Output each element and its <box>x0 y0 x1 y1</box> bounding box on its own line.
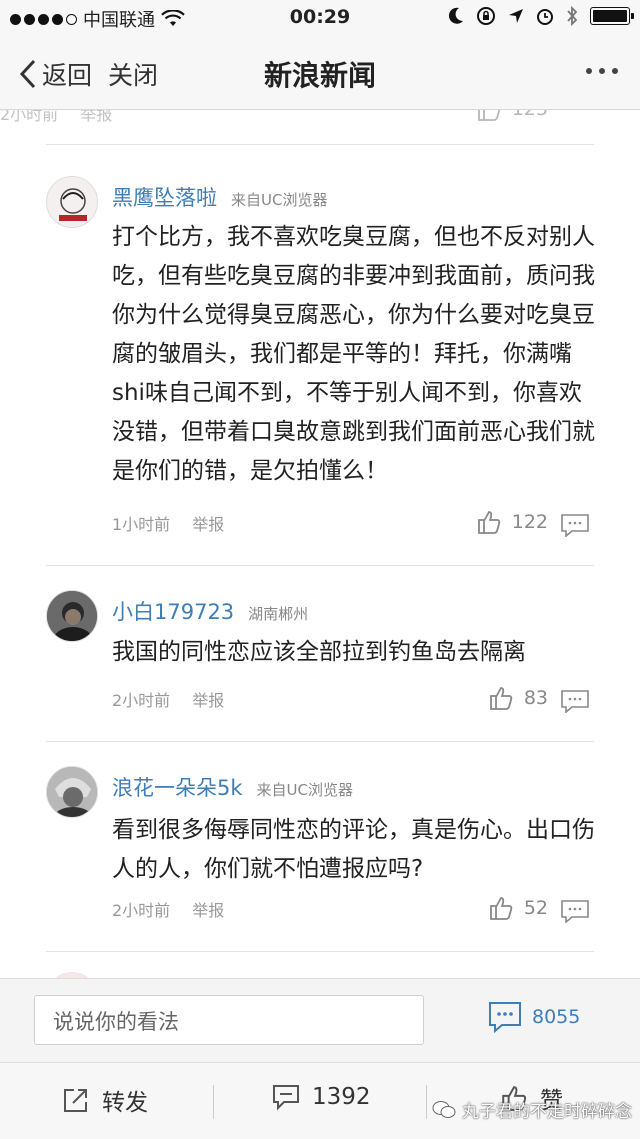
close-button[interactable]: 关闭 <box>108 56 158 92</box>
thumbs-up-icon <box>477 110 500 121</box>
like-button[interactable]: 123 <box>476 110 548 122</box>
reply-button[interactable] <box>560 513 590 538</box>
alarm-icon <box>537 9 553 25</box>
comment-time: 2小时前 <box>112 691 171 710</box>
comment-text: 打个比方，我不喜欢吃臭豆腐，但也不反对别人吃，但有些吃臭豆腐的非要冲到我面前，质… <box>112 224 595 484</box>
thumbs-up-icon <box>489 897 513 920</box>
report-link[interactable]: 举报 <box>192 511 224 535</box>
like-button[interactable]: 52 <box>488 895 548 921</box>
like-count: 83 <box>523 687 548 709</box>
wechat-icon <box>432 1100 456 1118</box>
divider <box>46 565 594 566</box>
comment-text: 看到很多侮辱同性恋的评论，真是伤心。出口伤人的人，你们就不怕遭报应吗? <box>112 817 595 882</box>
report-link[interactable]: 举报 <box>80 110 112 125</box>
comment-count: 8055 <box>532 1006 581 1028</box>
avatar[interactable] <box>46 590 98 642</box>
thumbs-up-icon <box>477 511 500 534</box>
like-button[interactable]: 122 <box>476 509 548 535</box>
report-link[interactable]: 举报 <box>192 687 224 711</box>
back-button[interactable]: 返回 <box>18 56 92 92</box>
avatar[interactable] <box>46 176 98 228</box>
avatar-image <box>47 591 97 641</box>
divider <box>46 951 594 952</box>
share-label: 转发 <box>102 1090 148 1116</box>
avatar[interactable] <box>46 766 98 818</box>
comment-bubble-icon <box>489 1002 521 1033</box>
speech-bubble-icon <box>561 514 589 538</box>
more-dots-icon[interactable] <box>586 68 618 74</box>
comment-source: 来自UC浏览器 <box>256 781 353 799</box>
reply-button[interactable] <box>560 899 590 924</box>
reply-button[interactable] <box>560 689 590 714</box>
toolbar-separator <box>213 1085 214 1119</box>
avatar-image <box>47 177 97 227</box>
like-button[interactable]: 83 <box>488 685 548 711</box>
back-label: 返回 <box>42 61 93 90</box>
status-right <box>448 6 634 26</box>
like-count: 52 <box>523 897 548 919</box>
page-title: 新浪新闻 <box>263 59 376 92</box>
comment-header: 黑鹰坠落啦 来自UC浏览器 <box>112 182 327 212</box>
watermark-text: 丸子君的不走时碎碎念 <box>462 1102 632 1122</box>
nav-bar: 返回 关闭 新浪新闻 <box>0 36 640 110</box>
comment-text: 我国的同性恋应该全部拉到钓鱼岛去隔离 <box>112 639 526 665</box>
like-count: 122 <box>511 511 548 533</box>
speech-bubble-icon <box>561 690 589 714</box>
comment-time: 1小时前 <box>112 515 171 534</box>
watermark: 丸子君的不走时碎碎念 <box>432 1097 632 1122</box>
status-bar: 中国联通 00:29 <box>0 0 640 36</box>
thumbs-up-icon <box>489 687 513 710</box>
comments-button[interactable]: 1392 <box>272 1083 371 1111</box>
username[interactable]: 浪花一朵朵5k <box>112 772 243 802</box>
comment-source: 湖南郴州 <box>248 605 309 623</box>
comment-bubble-icon <box>273 1085 299 1111</box>
share-icon <box>64 1089 87 1112</box>
comment-time: 2小时前 <box>112 901 171 920</box>
comments-count: 1392 <box>312 1084 371 1110</box>
moon-icon <box>448 7 463 24</box>
battery-icon <box>590 7 634 25</box>
comment-count-button[interactable]: 8055 <box>488 1001 580 1033</box>
chevron-left-icon <box>19 59 36 89</box>
bottom-toolbar: 转发 1392 赞 丸子君的不走时碎碎念 <box>0 1062 640 1139</box>
location-icon <box>509 9 523 23</box>
speech-bubble-icon <box>561 900 589 924</box>
comment-source: 来自UC浏览器 <box>231 191 328 209</box>
bluetooth-icon <box>567 6 578 26</box>
comments-list[interactable]: 2小时前 举报 123 黑鹰坠落啦 来自UC浏览器 打个比方，我不喜欢吃臭豆腐，… <box>0 110 640 978</box>
avatar-image <box>47 767 97 817</box>
comment-input-bar: 说说你的看法 8055 <box>0 978 640 1062</box>
toolbar-separator <box>426 1085 427 1119</box>
like-count: 123 <box>512 110 548 120</box>
comment-header: 小白179723 湖南郴州 <box>112 596 308 626</box>
username[interactable]: 黑鹰坠落啦 <box>112 182 217 212</box>
comment-input[interactable]: 说说你的看法 <box>34 995 424 1045</box>
share-button[interactable]: 转发 <box>62 1083 148 1117</box>
divider <box>46 741 594 742</box>
username[interactable]: 小白179723 <box>112 596 234 626</box>
report-link[interactable]: 举报 <box>192 897 224 921</box>
divider <box>46 144 594 145</box>
orientation-lock-icon <box>477 7 495 25</box>
comment-header: 浪花一朵朵5k 来自UC浏览器 <box>112 772 353 802</box>
comment-time: 2小时前 <box>0 110 59 124</box>
